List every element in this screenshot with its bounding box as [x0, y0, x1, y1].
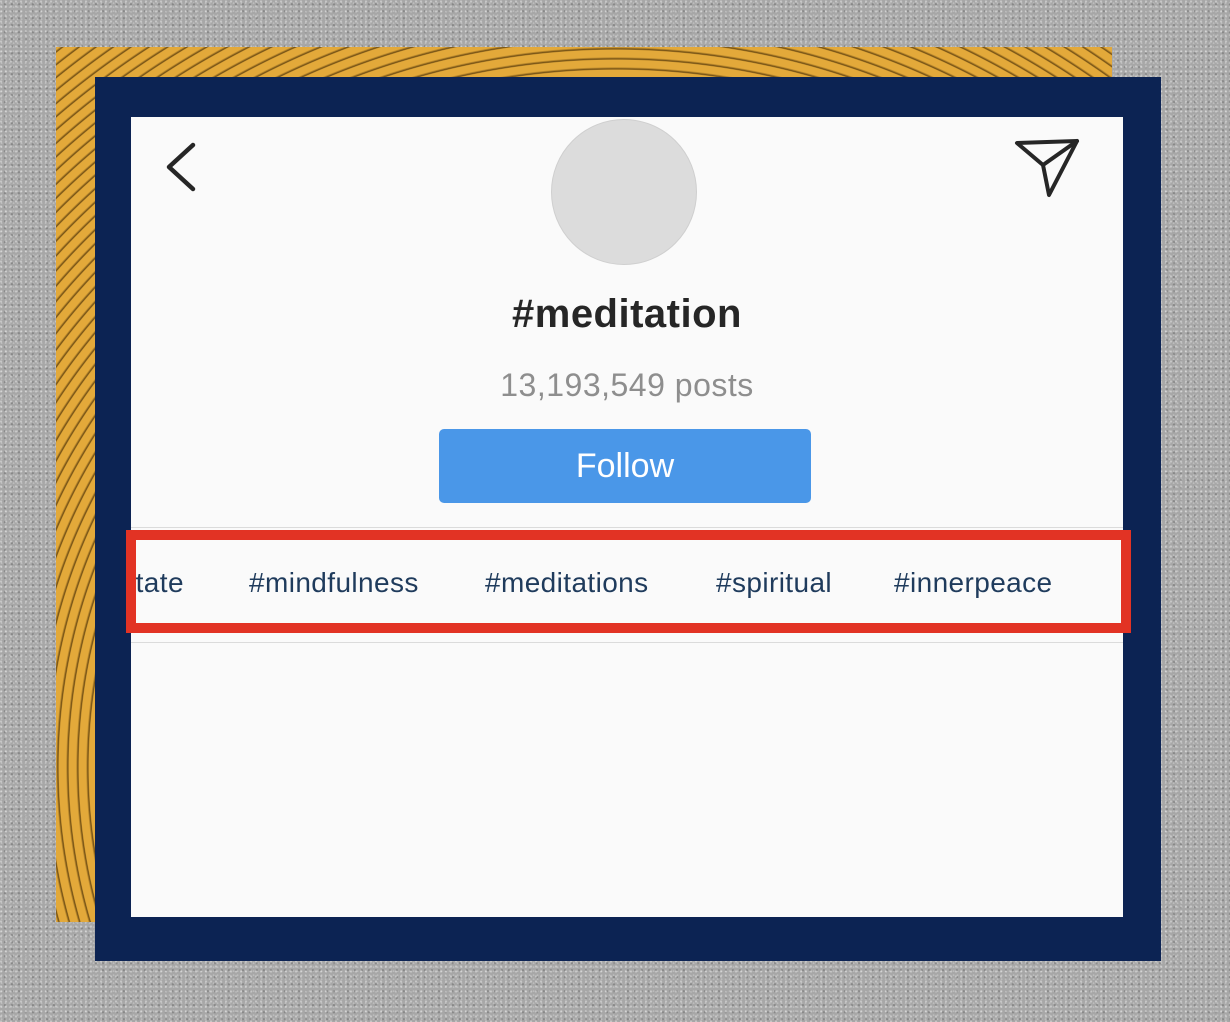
post-count: 13,193,549 posts [500, 367, 754, 403]
page-title: #meditation [512, 292, 742, 336]
chevron-left-icon [166, 142, 196, 192]
hashtag-page-screen: #meditation 13,193,549 posts Follow itat… [131, 117, 1123, 917]
paper-plane-icon [1015, 139, 1079, 197]
follow-button[interactable]: Follow [439, 429, 811, 503]
back-button[interactable] [159, 139, 207, 195]
hashtag-avatar [551, 119, 697, 265]
highlight-annotation-box [126, 530, 1131, 633]
posts-grid-area [131, 643, 1123, 917]
share-button[interactable] [1013, 137, 1083, 199]
divider [131, 527, 1123, 528]
